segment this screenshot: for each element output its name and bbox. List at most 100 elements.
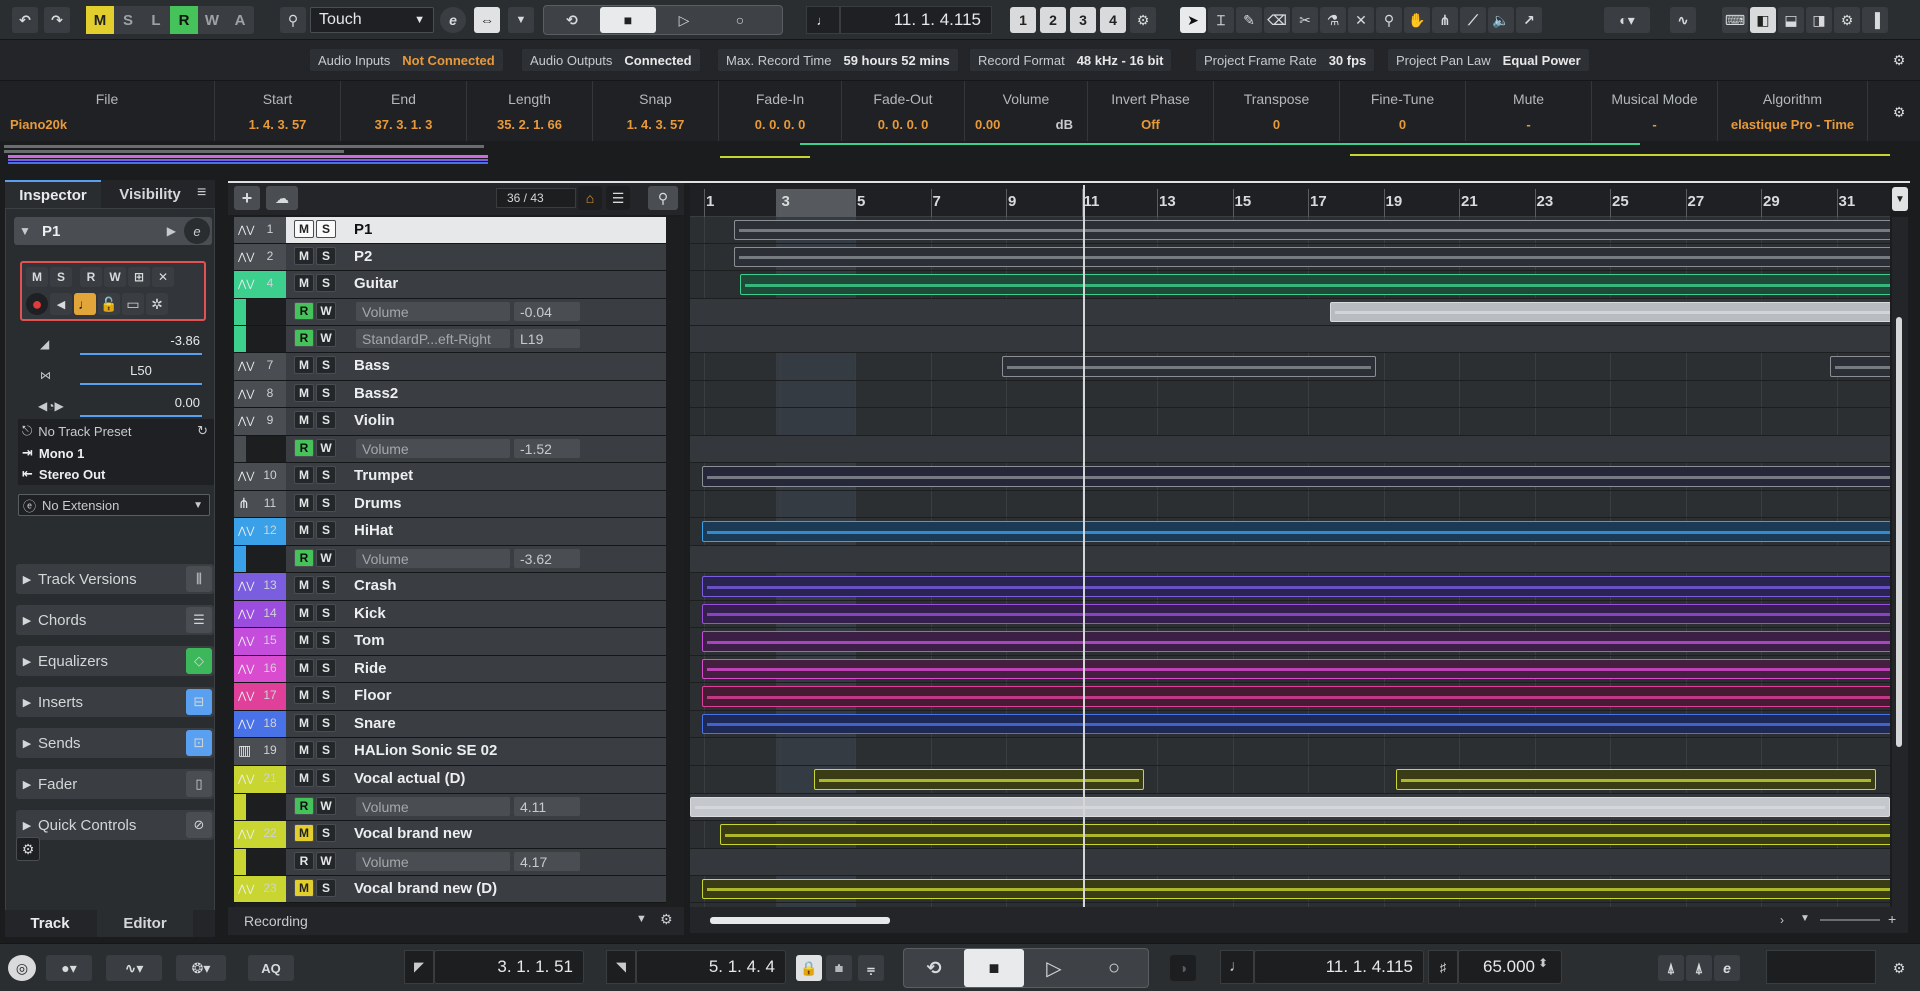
section-chords[interactable]: ▶ Chords ☰ [16, 605, 214, 635]
track-row[interactable]: ⋀⋁ 23 M S Vocal brand new (D) [234, 876, 666, 903]
mute-button[interactable]: M [294, 769, 314, 787]
info-field[interactable]: Fade-In 0. 0. 0. 0 [719, 81, 842, 141]
track-name[interactable]: Violin [354, 412, 395, 429]
glue-tool-icon[interactable]: ⚗ [1320, 7, 1346, 33]
solo-button[interactable]: S [316, 604, 336, 622]
track-row[interactable]: ⋀⋁ 13 M S Crash [234, 573, 666, 601]
automation-parameter[interactable]: Volume [356, 852, 510, 871]
automation-parameter[interactable]: Volume [356, 797, 510, 816]
mute-button[interactable]: M [294, 274, 314, 292]
track-row[interactable]: ⋀⋁ 18 M S Snare [234, 711, 666, 738]
track-row[interactable]: ⋀⋁ 1 M S P1 [234, 217, 666, 244]
solo-button[interactable]: S [316, 741, 336, 759]
menu-icon[interactable]: ≡ [197, 184, 206, 202]
solo-button[interactable]: S [316, 411, 336, 429]
mute-button[interactable]: M [294, 631, 314, 649]
pan-value[interactable]: L50 [80, 363, 202, 378]
section-equalizers[interactable]: ▶ Equalizers ◇ [16, 646, 214, 676]
read-button[interactable]: R [80, 267, 102, 287]
hand-tool-icon[interactable]: ✋ [1404, 7, 1430, 33]
audio-event[interactable] [702, 659, 1890, 679]
automation-lane[interactable]: R W Volume -3.62 [234, 546, 666, 573]
gear-icon[interactable]: ⚙ [1886, 99, 1912, 125]
pencil-tool-icon[interactable]: ✎ [1236, 7, 1262, 33]
solo-button[interactable]: S [316, 714, 336, 732]
write-automation-button[interactable]: W [316, 329, 336, 347]
mute-button[interactable]: M [294, 466, 314, 484]
audio-event[interactable] [814, 769, 1144, 790]
track-name[interactable]: HiHat [354, 522, 393, 539]
timeline-ruler[interactable]: 1 3 5 7 9 11 13 15 17 19 21 23 25 27 29 31 [690, 185, 1890, 217]
automation-value[interactable]: -1.52 [514, 439, 580, 458]
info-field-value[interactable]: elastique Pro - Time [1718, 117, 1867, 132]
track-name[interactable]: Trumpet [354, 467, 413, 484]
automation-lane-bg[interactable] [690, 436, 1890, 462]
audio-event[interactable] [734, 220, 1890, 240]
info-field-value[interactable]: 37. 3. 1. 3 [341, 117, 466, 132]
automation-parameter[interactable]: Volume [356, 549, 510, 568]
input-routing-row[interactable]: ⇥ Mono 1 [22, 443, 210, 463]
left-locator-display[interactable]: 3. 1. 1. 51 [434, 950, 584, 984]
tempo-track-icon[interactable]: ♯ [1428, 950, 1458, 984]
left-zone-icon[interactable]: ◧ [1750, 7, 1776, 33]
info-field-value[interactable]: Piano20k [0, 117, 214, 132]
mute-button[interactable]: M [294, 879, 314, 897]
info-field-value[interactable]: - [1466, 117, 1591, 132]
quantize-2-button[interactable]: 2 [1040, 7, 1066, 33]
automation-parameter[interactable]: Volume [356, 302, 510, 321]
gear-icon[interactable]: ⚙ [660, 911, 673, 928]
track-row[interactable]: ⋀⋁ 21 M S Vocal actual (D) [234, 766, 666, 794]
write-automation-button[interactable]: W [316, 852, 336, 870]
write-automation-button[interactable]: W [316, 797, 336, 815]
record-enable-icon[interactable]: ● [26, 293, 48, 315]
reset-icon[interactable]: ↻ [197, 423, 208, 439]
solo-button[interactable]: S [316, 494, 336, 512]
right-locator-icon[interactable]: ◥ [606, 950, 636, 984]
automation-parameter[interactable]: StandardP...eft-Right [356, 329, 510, 348]
audio-event[interactable] [720, 824, 1890, 845]
mute-button[interactable]: M [26, 267, 48, 287]
mute-button[interactable]: M [294, 741, 314, 759]
sync-icon[interactable]: ◎ [8, 955, 36, 981]
automation-value[interactable]: -0.04 [514, 302, 580, 321]
stop-icon[interactable]: ■ [600, 7, 656, 33]
quantize-1-button[interactable]: 1 [1010, 7, 1036, 33]
lanes-icon[interactable]: ▭ [122, 293, 144, 315]
edit-e-button[interactable]: e [440, 7, 466, 33]
automation-mode-select[interactable]: Touch ▼ [310, 7, 434, 33]
keyboard-icon[interactable]: ⌨ [1722, 7, 1748, 33]
record-mode-icon[interactable]: ●▾ [46, 955, 92, 981]
gear-icon[interactable]: ⚙ [1886, 955, 1912, 981]
locate-right-icon[interactable]: ⩦ [858, 955, 884, 981]
record-format-status[interactable]: Record Format 48 kHz - 16 bit [970, 49, 1172, 71]
solo-button[interactable]: S [316, 576, 336, 594]
track-row[interactable]: ⋀⋁ 9 M S Violin [234, 408, 666, 436]
redo-icon[interactable]: ↷ [44, 7, 70, 33]
aq-button[interactable]: AQ [248, 955, 294, 981]
right-panel-icon[interactable]: ▐ [1862, 7, 1888, 33]
vertical-scrollbar[interactable] [1892, 217, 1908, 907]
lock-icon[interactable]: 🔒 [796, 955, 822, 981]
play-icon[interactable]: ▷ [656, 7, 712, 33]
mode-a-button[interactable]: A [226, 6, 254, 34]
automation-value[interactable]: 4.17 [514, 852, 580, 871]
section-fader[interactable]: ▶ Fader ▯ [16, 769, 214, 799]
mute-button[interactable]: M [294, 659, 314, 677]
settings-icon[interactable]: ✲ [146, 293, 168, 315]
mute-button[interactable]: M [294, 521, 314, 539]
tab-inspector[interactable]: Inspector [5, 180, 101, 208]
record-icon[interactable]: ○ [1084, 949, 1144, 987]
track-row[interactable]: ⋀⋁ 8 M S Bass2 [234, 381, 666, 408]
mute-button[interactable]: M [294, 220, 314, 238]
solo-button[interactable]: S [316, 384, 336, 402]
track-name[interactable]: Kick [354, 605, 386, 622]
track-preset-row[interactable]: ⎋ No Track Preset ↻ [22, 421, 210, 441]
audio-event[interactable] [1830, 356, 1890, 377]
section-sends[interactable]: ▶ Sends ⊡ [16, 728, 214, 758]
play-tool-icon[interactable]: 🔈 [1488, 7, 1514, 33]
automation-value[interactable]: 4.11 [514, 797, 580, 816]
locate-left-icon[interactable]: ⩧ [826, 955, 852, 981]
mute-button[interactable]: M [294, 576, 314, 594]
info-field[interactable]: File Piano20k [0, 81, 215, 141]
info-field-value[interactable]: 0 [1214, 117, 1339, 132]
